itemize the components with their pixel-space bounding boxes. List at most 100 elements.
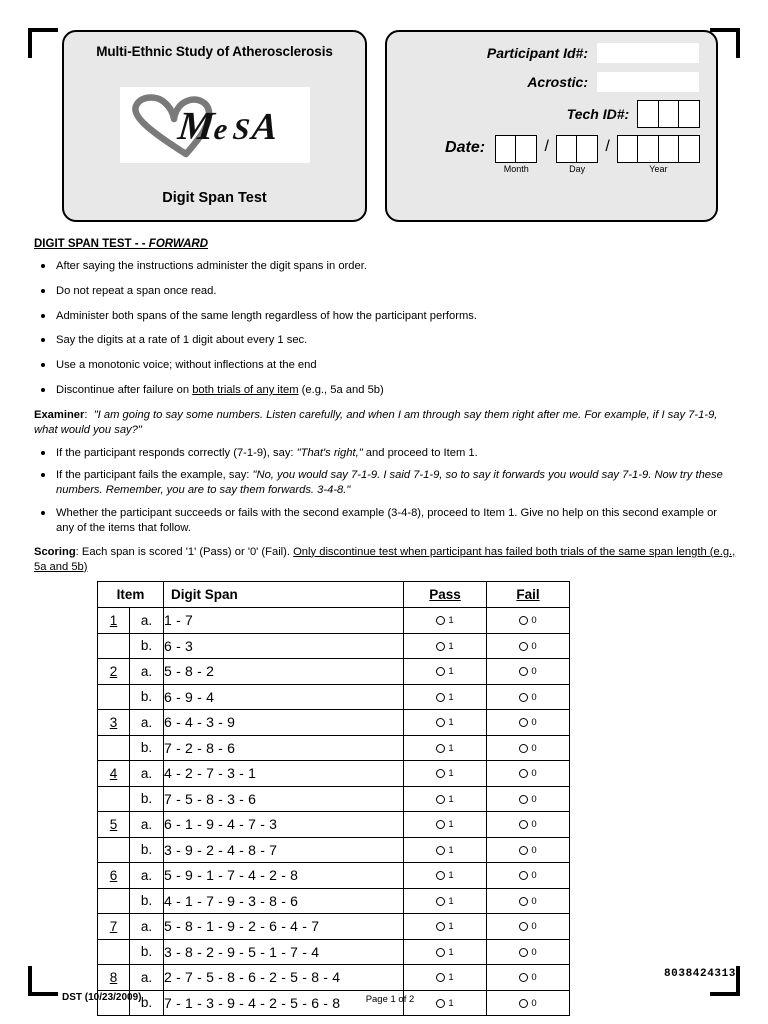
row-pass-cell[interactable]: 1 — [403, 785, 488, 812]
date-day-box[interactable] — [576, 135, 599, 163]
radio-circle-icon[interactable] — [519, 973, 529, 983]
row-fail-cell[interactable]: 0 — [486, 862, 571, 889]
fail-radio[interactable]: 0 — [519, 972, 537, 983]
pass-radio[interactable]: 1 — [436, 819, 454, 830]
row-fail-cell[interactable]: 0 — [486, 658, 571, 685]
pass-radio[interactable]: 1 — [436, 870, 454, 881]
radio-circle-icon[interactable] — [436, 667, 446, 677]
pass-radio[interactable]: 1 — [436, 743, 454, 754]
fail-radio[interactable]: 0 — [519, 921, 537, 932]
date-year-boxes[interactable] — [616, 135, 700, 163]
radio-circle-icon[interactable] — [436, 820, 446, 830]
pass-radio[interactable]: 1 — [436, 896, 454, 907]
fail-radio[interactable]: 0 — [519, 641, 537, 652]
pass-radio[interactable]: 1 — [436, 845, 454, 856]
fail-radio[interactable]: 0 — [519, 794, 537, 805]
radio-circle-icon[interactable] — [436, 947, 446, 957]
row-pass-cell[interactable]: 1 — [403, 964, 488, 991]
fail-radio[interactable]: 0 — [519, 870, 537, 881]
radio-circle-icon[interactable] — [436, 692, 446, 702]
radio-circle-icon[interactable] — [436, 973, 446, 983]
pass-radio[interactable]: 1 — [436, 768, 454, 779]
radio-circle-icon[interactable] — [436, 769, 446, 779]
row-pass-cell[interactable]: 1 — [403, 887, 488, 914]
row-pass-cell[interactable]: 1 — [403, 811, 488, 838]
radio-circle-icon[interactable] — [519, 947, 529, 957]
radio-circle-icon[interactable] — [436, 616, 446, 626]
date-year-box[interactable] — [637, 135, 660, 163]
row-pass-cell[interactable]: 1 — [403, 709, 488, 736]
row-fail-cell[interactable]: 0 — [486, 607, 571, 634]
row-pass-cell[interactable]: 1 — [403, 760, 488, 787]
radio-circle-icon[interactable] — [519, 922, 529, 932]
radio-circle-icon[interactable] — [436, 845, 446, 855]
pass-radio[interactable]: 1 — [436, 794, 454, 805]
pass-radio[interactable]: 1 — [436, 947, 454, 958]
date-year-box[interactable] — [616, 135, 639, 163]
radio-circle-icon[interactable] — [519, 845, 529, 855]
fail-radio[interactable]: 0 — [519, 615, 537, 626]
pass-radio[interactable]: 1 — [436, 666, 454, 677]
pass-radio[interactable]: 1 — [436, 717, 454, 728]
row-fail-cell[interactable]: 0 — [486, 811, 571, 838]
row-fail-cell[interactable]: 0 — [486, 683, 571, 710]
radio-circle-icon[interactable] — [436, 871, 446, 881]
date-month-box[interactable] — [515, 135, 538, 163]
row-fail-cell[interactable]: 0 — [486, 913, 571, 940]
radio-circle-icon[interactable] — [519, 718, 529, 728]
row-fail-cell[interactable]: 0 — [486, 760, 571, 787]
date-year-box[interactable] — [678, 135, 700, 163]
fail-radio[interactable]: 0 — [519, 692, 537, 703]
radio-circle-icon[interactable] — [519, 692, 529, 702]
row-pass-cell[interactable]: 1 — [403, 836, 488, 863]
fail-radio[interactable]: 0 — [519, 819, 537, 830]
row-pass-cell[interactable]: 1 — [403, 938, 488, 965]
row-pass-cell[interactable]: 1 — [403, 913, 488, 940]
fail-radio[interactable]: 0 — [519, 717, 537, 728]
pass-radio[interactable]: 1 — [436, 921, 454, 932]
row-fail-cell[interactable]: 0 — [486, 734, 571, 761]
date-month-boxes[interactable] — [495, 135, 538, 163]
radio-circle-icon[interactable] — [519, 769, 529, 779]
date-month-box[interactable] — [495, 135, 518, 163]
date-year-box[interactable] — [657, 135, 680, 163]
radio-circle-icon[interactable] — [436, 794, 446, 804]
row-pass-cell[interactable]: 1 — [403, 862, 488, 889]
participant-id-input[interactable] — [596, 42, 700, 64]
radio-circle-icon[interactable] — [519, 743, 529, 753]
row-fail-cell[interactable]: 0 — [486, 836, 571, 863]
tech-id-boxes[interactable] — [637, 100, 700, 128]
row-pass-cell[interactable]: 1 — [403, 658, 488, 685]
radio-circle-icon[interactable] — [519, 820, 529, 830]
row-fail-cell[interactable]: 0 — [486, 785, 571, 812]
row-pass-cell[interactable]: 1 — [403, 734, 488, 761]
row-fail-cell[interactable]: 0 — [486, 709, 571, 736]
pass-radio[interactable]: 1 — [436, 972, 454, 983]
pass-radio[interactable]: 1 — [436, 641, 454, 652]
radio-circle-icon[interactable] — [519, 641, 529, 651]
date-day-box[interactable] — [555, 135, 578, 163]
fail-radio[interactable]: 0 — [519, 845, 537, 856]
pass-radio[interactable]: 1 — [436, 615, 454, 626]
radio-circle-icon[interactable] — [436, 743, 446, 753]
radio-circle-icon[interactable] — [519, 794, 529, 804]
acrostic-input[interactable] — [596, 71, 700, 93]
row-pass-cell[interactable]: 1 — [403, 607, 488, 634]
radio-circle-icon[interactable] — [519, 616, 529, 626]
row-fail-cell[interactable]: 0 — [486, 632, 571, 659]
fail-radio[interactable]: 0 — [519, 743, 537, 754]
row-fail-cell[interactable]: 0 — [486, 964, 571, 991]
fail-radio[interactable]: 0 — [519, 947, 537, 958]
radio-circle-icon[interactable] — [436, 896, 446, 906]
row-fail-cell[interactable]: 0 — [486, 887, 571, 914]
radio-circle-icon[interactable] — [519, 667, 529, 677]
fail-radio[interactable]: 0 — [519, 666, 537, 677]
tech-id-box[interactable] — [678, 100, 700, 128]
date-day-boxes[interactable] — [555, 135, 599, 163]
row-fail-cell[interactable]: 0 — [486, 938, 571, 965]
fail-radio[interactable]: 0 — [519, 768, 537, 779]
row-pass-cell[interactable]: 1 — [403, 632, 488, 659]
tech-id-box[interactable] — [657, 100, 680, 128]
radio-circle-icon[interactable] — [436, 718, 446, 728]
radio-circle-icon[interactable] — [519, 896, 529, 906]
